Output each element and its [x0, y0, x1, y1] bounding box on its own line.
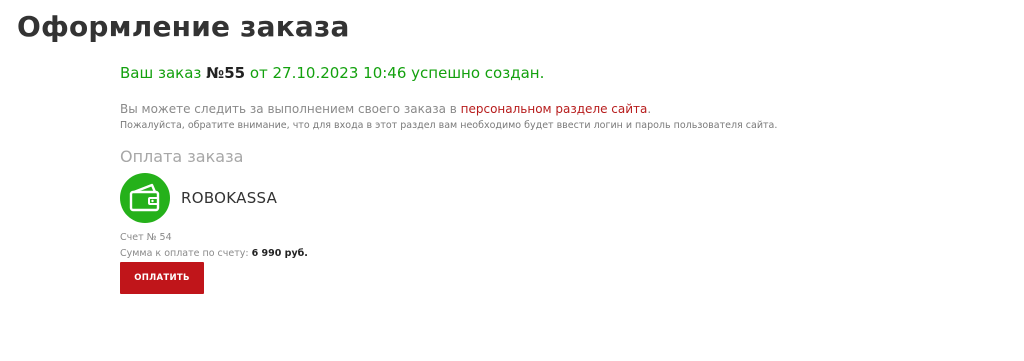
order-suffix: от 27.10.2023 10:46 успешно создан.: [245, 64, 545, 82]
login-note: Пожалуйста, обратите внимание, что для в…: [120, 120, 778, 131]
pay-button[interactable]: ОПЛАТИТЬ: [120, 262, 204, 294]
wallet-icon: [120, 173, 170, 223]
order-prefix: Ваш заказ: [120, 64, 207, 82]
sum-label: Сумма к оплате по счету:: [120, 248, 252, 259]
sum-value: 6 990 руб.: [251, 248, 308, 259]
checkout-page: Оформление заказа Ваш заказ №55 от 27.10…: [0, 0, 1024, 361]
tracking-text-end: .: [647, 102, 652, 116]
personal-section-link[interactable]: персональном разделе сайта: [461, 102, 648, 116]
tracking-message: Вы можете следить за выполнением своего …: [120, 102, 1000, 116]
tracking-text: Вы можете следить за выполнением своего …: [120, 102, 461, 116]
page-title: Оформление заказа: [17, 10, 350, 43]
payment-system: ROBOKASSA: [120, 172, 1000, 224]
order-confirmation: Ваш заказ №55 от 27.10.2023 10:46 успешн…: [120, 64, 1000, 294]
payment-sum: Сумма к оплате по счету: 6 990 руб.: [120, 248, 1000, 259]
order-success-message: Ваш заказ №55 от 27.10.2023 10:46 успешн…: [120, 64, 1000, 82]
wallet-icon-glyph: [129, 183, 160, 212]
payment-system-name: ROBOKASSA: [181, 189, 278, 207]
payment-section-title: Оплата заказа: [120, 147, 244, 166]
invoice-number: Счет № 54: [120, 232, 172, 243]
order-number: №55: [206, 64, 246, 82]
